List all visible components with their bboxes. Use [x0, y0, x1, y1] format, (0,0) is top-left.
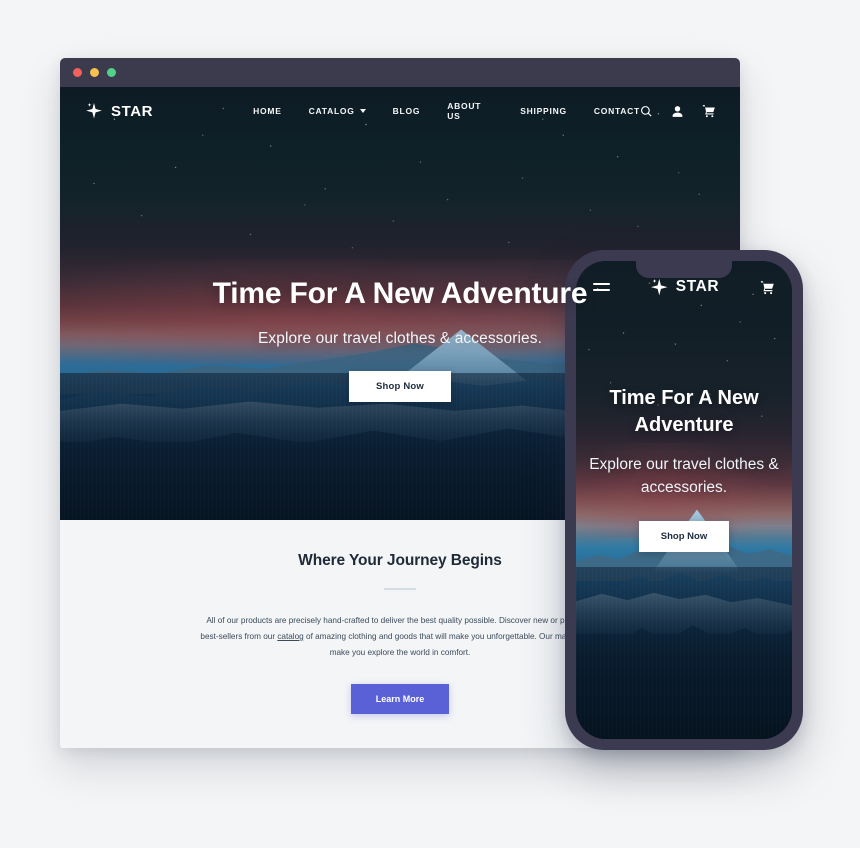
browser-titlebar: [60, 58, 740, 87]
window-close-button[interactable]: [73, 68, 82, 77]
mobile-forest-texture: [576, 566, 792, 739]
window-minimize-button[interactable]: [90, 68, 99, 77]
nav-item-contact[interactable]: CONTACT: [594, 106, 640, 116]
mobile-site-logo-text: STAR: [675, 278, 720, 295]
primary-navigation: HOME CATALOG BLOG ABOUT US SHIPPING CONT…: [253, 101, 640, 121]
nav-label: SHIPPING: [520, 106, 567, 116]
chevron-down-icon: [359, 109, 366, 113]
about-body-part-2: of amazing clothing and goods that will …: [303, 631, 600, 657]
search-icon[interactable]: [640, 105, 653, 118]
nav-label: BLOG: [392, 106, 421, 116]
phone-notch: [636, 261, 732, 278]
hamburger-menu-icon[interactable]: [593, 283, 610, 291]
shop-now-button[interactable]: Shop Now: [348, 371, 452, 402]
site-logo[interactable]: STAR: [84, 101, 153, 121]
cart-icon[interactable]: [702, 104, 716, 118]
desktop-navbar: STAR HOME CATALOG BLOG ABOUT US SHIPPING…: [60, 87, 740, 135]
mobile-hero-title: Time For A New Adventure: [609, 387, 759, 436]
mobile-site-logo[interactable]: STAR: [649, 277, 719, 297]
nav-label: HOME: [253, 106, 282, 116]
nav-label: ABOUT US: [447, 101, 482, 121]
mobile-hero-content: Time For A New Adventure Explore our tra…: [576, 385, 792, 553]
nav-item-catalog[interactable]: CATALOG: [309, 106, 366, 116]
nav-item-about-us[interactable]: ABOUT US: [447, 101, 493, 121]
hamburger-bar: [593, 283, 610, 285]
about-body-text: All of our products are precisely hand-c…: [200, 613, 600, 661]
site-logo-text: STAR: [111, 102, 154, 120]
learn-more-button[interactable]: Learn More: [350, 683, 450, 714]
nav-label: CONTACT: [593, 106, 640, 116]
nav-label: CATALOG: [308, 106, 355, 116]
hamburger-bar: [593, 289, 610, 291]
mobile-shop-now-button[interactable]: Shop Now: [638, 521, 730, 553]
catalog-link[interactable]: catalog: [277, 632, 303, 641]
nav-item-home[interactable]: HOME: [253, 106, 282, 116]
nav-item-blog[interactable]: BLOG: [393, 106, 421, 116]
section-divider: [384, 588, 416, 590]
account-icon[interactable]: [671, 105, 684, 118]
sparkle-star-icon: [84, 101, 104, 121]
navbar-icon-group: [640, 104, 716, 118]
cart-icon[interactable]: [760, 280, 775, 295]
nav-item-shipping[interactable]: SHIPPING: [520, 106, 567, 116]
window-maximize-button[interactable]: [107, 68, 116, 77]
mobile-hero-subtitle: Explore our travel clothes & accessories…: [589, 456, 779, 497]
hero-subtitle: Explore our travel clothes & accessories…: [257, 330, 543, 347]
sparkle-star-icon: [649, 277, 669, 297]
